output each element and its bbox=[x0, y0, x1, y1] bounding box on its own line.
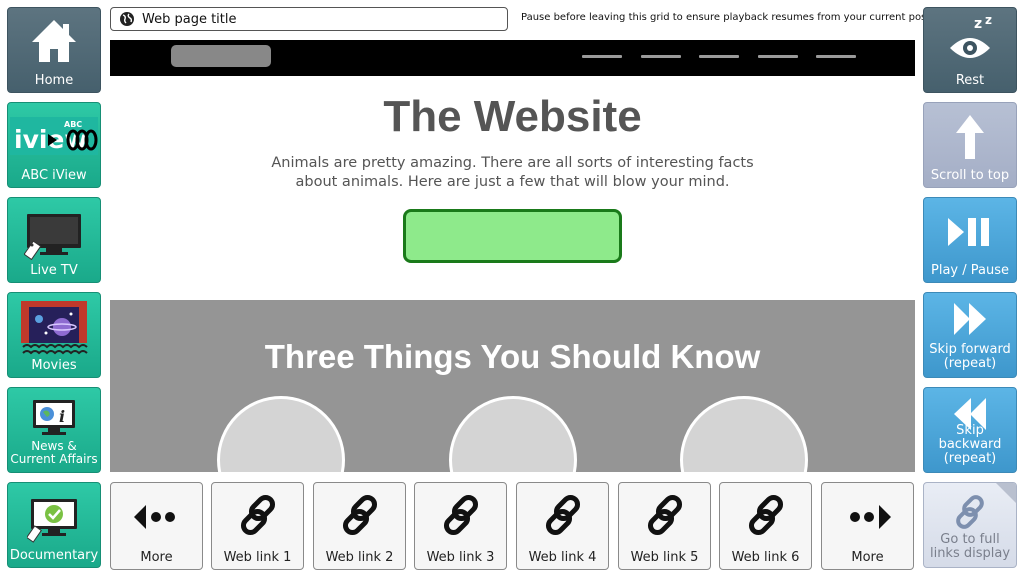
link-icon bbox=[240, 494, 275, 536]
documentary-tv-icon bbox=[27, 499, 77, 543]
link-icon bbox=[443, 494, 478, 536]
sleeping-eye-icon: z z bbox=[950, 14, 992, 58]
documentary-label: Documentary bbox=[9, 548, 99, 563]
link-icon bbox=[956, 495, 984, 529]
link-icon bbox=[545, 494, 580, 536]
abc-iview-logo-icon: iview ABC bbox=[10, 117, 98, 155]
web-link-5-button[interactable]: Web link 5 bbox=[618, 482, 711, 570]
web-link-2-label: Web link 2 bbox=[325, 550, 394, 565]
web-link-4-label: Web link 4 bbox=[528, 550, 597, 565]
web-link-1-button[interactable]: Web link 1 bbox=[211, 482, 304, 570]
web-page-title: Web page title bbox=[142, 12, 237, 27]
website-nav-bar bbox=[110, 40, 915, 76]
movies-label: Movies bbox=[31, 358, 77, 373]
home-button[interactable]: Home bbox=[7, 7, 101, 93]
svg-text:z: z bbox=[974, 16, 982, 32]
nav-link-5[interactable] bbox=[816, 55, 856, 58]
skip-forward-button[interactable]: Skip forward (repeat) bbox=[923, 292, 1017, 378]
home-label: Home bbox=[34, 73, 74, 88]
full-links-display-button[interactable]: Go to full links display bbox=[923, 482, 1017, 568]
section-title: Three Things You Should Know bbox=[264, 338, 761, 375]
globe-icon bbox=[120, 12, 134, 26]
link-icon bbox=[748, 494, 783, 536]
arrow-left-more-icon bbox=[133, 505, 175, 529]
news-current-affairs-button[interactable]: i News & Current Affairs bbox=[7, 387, 101, 473]
abc-logo-small: ABC bbox=[64, 120, 82, 129]
web-link-2-button[interactable]: Web link 2 bbox=[313, 482, 406, 570]
live-tv-label: Live TV bbox=[30, 263, 78, 278]
hero-cta-button[interactable] bbox=[403, 209, 622, 263]
more-right-label: More bbox=[851, 550, 884, 565]
arrow-right-more-icon bbox=[849, 505, 891, 529]
abc-iview-label: ABC iView bbox=[21, 168, 87, 183]
scroll-to-top-label: Scroll to top bbox=[930, 168, 1010, 183]
scroll-to-top-button[interactable]: Scroll to top bbox=[923, 102, 1017, 188]
more-left-label: More bbox=[140, 550, 173, 565]
nav-link-1[interactable] bbox=[582, 55, 622, 58]
fact-image-2 bbox=[449, 396, 577, 472]
skip-backward-button[interactable]: Skip backward (repeat) bbox=[923, 387, 1017, 473]
news-label: News & Current Affairs bbox=[10, 439, 98, 466]
web-link-3-label: Web link 3 bbox=[426, 550, 495, 565]
play-pause-icon bbox=[948, 218, 989, 246]
cinema-screen-icon bbox=[21, 301, 88, 355]
svg-text:z: z bbox=[985, 14, 992, 27]
facts-section: Three Things You Should Know bbox=[110, 300, 915, 472]
nav-link-4[interactable] bbox=[758, 55, 798, 58]
fact-image-3 bbox=[680, 396, 808, 472]
website-logo-placeholder[interactable] bbox=[171, 45, 271, 67]
playback-notice: Pause before leaving this grid to ensure… bbox=[521, 12, 949, 23]
rest-button[interactable]: z z Rest bbox=[923, 7, 1017, 93]
web-link-6-label: Web link 6 bbox=[731, 550, 800, 565]
hero-title: The Website bbox=[383, 92, 642, 141]
play-pause-button[interactable]: Play / Pause bbox=[923, 197, 1017, 283]
arrow-up-icon bbox=[956, 115, 984, 159]
home-icon bbox=[32, 20, 76, 62]
fact-image-1 bbox=[217, 396, 345, 472]
abc-iview-button[interactable]: iview ABC ABC iView bbox=[7, 102, 101, 188]
news-tv-icon: i bbox=[33, 400, 75, 435]
fast-forward-icon bbox=[954, 303, 986, 335]
web-view[interactable]: The Website Animals are pretty amazing. … bbox=[110, 40, 915, 472]
more-right-button[interactable]: More bbox=[821, 482, 914, 570]
television-icon bbox=[24, 214, 81, 260]
web-page-title-bar: Web page title bbox=[110, 7, 508, 31]
hero-text: Animals are pretty amazing. There are al… bbox=[271, 155, 754, 190]
documentary-button[interactable]: Documentary bbox=[7, 482, 101, 568]
full-links-label: Go to full links display bbox=[929, 532, 1011, 561]
app-root: Home iview ABC ABC iView bbox=[0, 0, 1024, 576]
more-left-button[interactable]: More bbox=[110, 482, 203, 570]
link-icon bbox=[342, 494, 377, 536]
skip-forward-label: Skip forward (repeat) bbox=[929, 342, 1011, 371]
nav-link-3[interactable] bbox=[699, 55, 739, 58]
web-link-4-button[interactable]: Web link 4 bbox=[516, 482, 609, 570]
link-icon bbox=[647, 494, 682, 536]
web-link-6-button[interactable]: Web link 6 bbox=[719, 482, 812, 570]
play-pause-label: Play / Pause bbox=[931, 263, 1009, 278]
nav-link-2[interactable] bbox=[641, 55, 681, 58]
web-link-5-label: Web link 5 bbox=[630, 550, 699, 565]
web-link-3-button[interactable]: Web link 3 bbox=[414, 482, 507, 570]
movies-button[interactable]: Movies bbox=[7, 292, 101, 378]
web-link-1-label: Web link 1 bbox=[223, 550, 292, 565]
skip-backward-label: Skip backward (repeat) bbox=[938, 423, 1002, 466]
rest-label: Rest bbox=[955, 73, 985, 88]
svg-text:i: i bbox=[59, 407, 65, 426]
live-tv-button[interactable]: Live TV bbox=[7, 197, 101, 283]
